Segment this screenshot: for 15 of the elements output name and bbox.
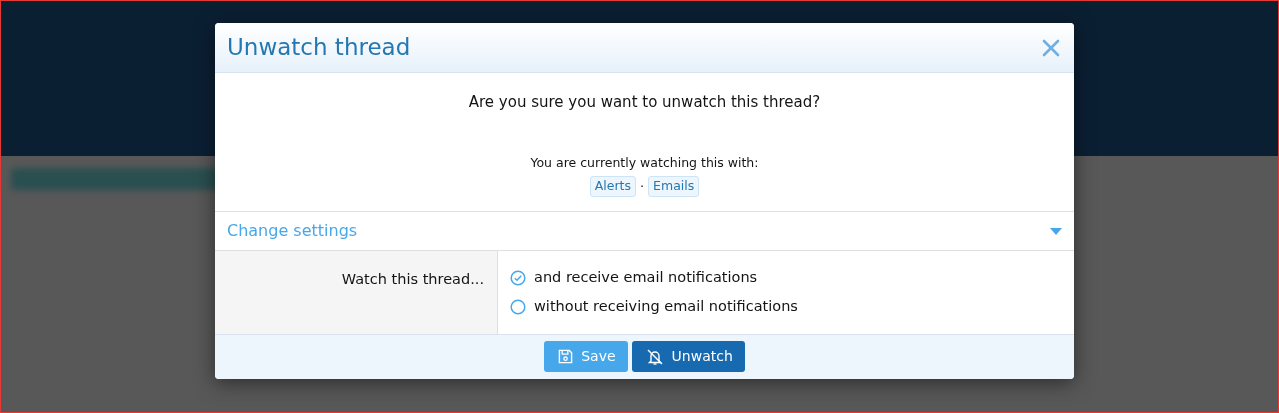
- radio-option[interactable]: and receive email notifications: [510, 267, 798, 289]
- watch-type-tag: Alerts: [589, 176, 636, 197]
- separator-dot: ·: [639, 177, 645, 196]
- radio-option[interactable]: without receiving email notifications: [510, 295, 798, 318]
- watch-type-tag: Emails: [648, 176, 700, 197]
- dialog-title: Unwatch thread: [227, 33, 411, 62]
- close-icon: [1042, 38, 1060, 57]
- unwatch-button[interactable]: Unwatch: [631, 341, 745, 372]
- checked-radio-icon[interactable]: [510, 269, 526, 286]
- watching-label: You are currently watching this with:: [529, 153, 760, 172]
- field-label: Watch this thread...: [215, 251, 498, 334]
- bell-slash-icon: [645, 347, 664, 366]
- radio-icon[interactable]: [510, 298, 526, 315]
- change-settings-label: Change settings: [227, 220, 358, 242]
- confirm-question: Are you sure you want to unwatch this thread?: [467, 92, 822, 113]
